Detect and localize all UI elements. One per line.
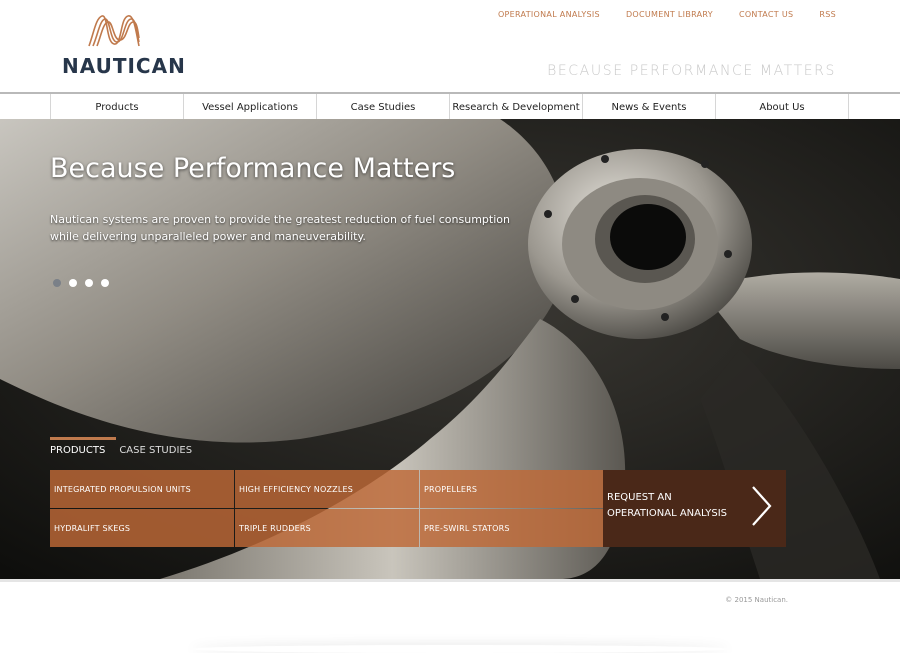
product-link-hydralift-skegs[interactable]: HYDRALIFT SKEGS [50, 509, 234, 547]
content-tabs: PRODUCTS CASE STUDIES [50, 437, 192, 456]
logo-wordmark: NAUTICAN [62, 54, 186, 78]
request-analysis-button[interactable]: REQUEST AN OPERATIONAL ANALYSIS [603, 470, 786, 547]
hero-description: Nautican systems are proven to provide t… [50, 213, 510, 243]
product-link-propellers[interactable]: PROPELLERS [420, 470, 604, 508]
product-link-integrated-propulsion-units[interactable]: INTEGRATED PROPULSION UNITS [50, 470, 234, 508]
main-nav: Products Vessel Applications Case Studie… [0, 92, 900, 121]
chevron-right-icon [752, 486, 772, 526]
link-contact-us[interactable]: CONTACT US [739, 10, 793, 19]
slide-dot-1[interactable] [53, 279, 61, 287]
nav-item-research-development[interactable]: Research & Development [450, 94, 583, 120]
logo-waves-icon [88, 15, 140, 47]
utility-links: OPERATIONAL ANALYSIS DOCUMENT LIBRARY CO… [498, 10, 836, 19]
tab-case-studies[interactable]: CASE STUDIES [119, 437, 192, 456]
header-tagline: BECAUSE PERFORMANCE MATTERS [547, 63, 836, 79]
tab-products[interactable]: PRODUCTS [50, 437, 117, 456]
nav-item-news-events[interactable]: News & Events [583, 94, 716, 120]
nav-item-case-studies[interactable]: Case Studies [317, 94, 450, 120]
site-footer: © 2015 Nautican. [0, 579, 900, 653]
hero-banner: Because Performance Matters Nautican sys… [0, 119, 900, 579]
product-link-pre-swirl-stators[interactable]: PRE-SWIRL STATORS [420, 509, 604, 547]
link-document-library[interactable]: DOCUMENT LIBRARY [626, 10, 713, 19]
copyright-text: © 2015 Nautican. [725, 596, 788, 604]
product-links-grid: INTEGRATED PROPULSION UNITS HIGH EFFICIE… [50, 470, 604, 547]
site-header: NAUTICAN OPERATIONAL ANALYSIS DOCUMENT L… [0, 0, 900, 92]
request-analysis-label: REQUEST AN OPERATIONAL ANALYSIS [607, 492, 727, 519]
nav-item-vessel-applications[interactable]: Vessel Applications [184, 94, 317, 120]
slide-dot-3[interactable] [85, 279, 93, 287]
logo[interactable]: NAUTICAN [62, 12, 185, 78]
slide-dot-2[interactable] [69, 279, 77, 287]
nav-item-about-us[interactable]: About Us [716, 94, 849, 120]
link-operational-analysis[interactable]: OPERATIONAL ANALYSIS [498, 10, 600, 19]
product-link-triple-rudders[interactable]: TRIPLE RUDDERS [235, 509, 419, 547]
product-link-high-efficiency-nozzles[interactable]: HIGH EFFICIENCY NOZZLES [235, 470, 419, 508]
footer-divider [190, 645, 730, 653]
link-rss[interactable]: RSS [819, 10, 836, 19]
nav-item-products[interactable]: Products [51, 94, 184, 120]
slider-pagination [53, 279, 109, 287]
slide-dot-4[interactable] [101, 279, 109, 287]
hero-title: Because Performance Matters [50, 153, 456, 184]
